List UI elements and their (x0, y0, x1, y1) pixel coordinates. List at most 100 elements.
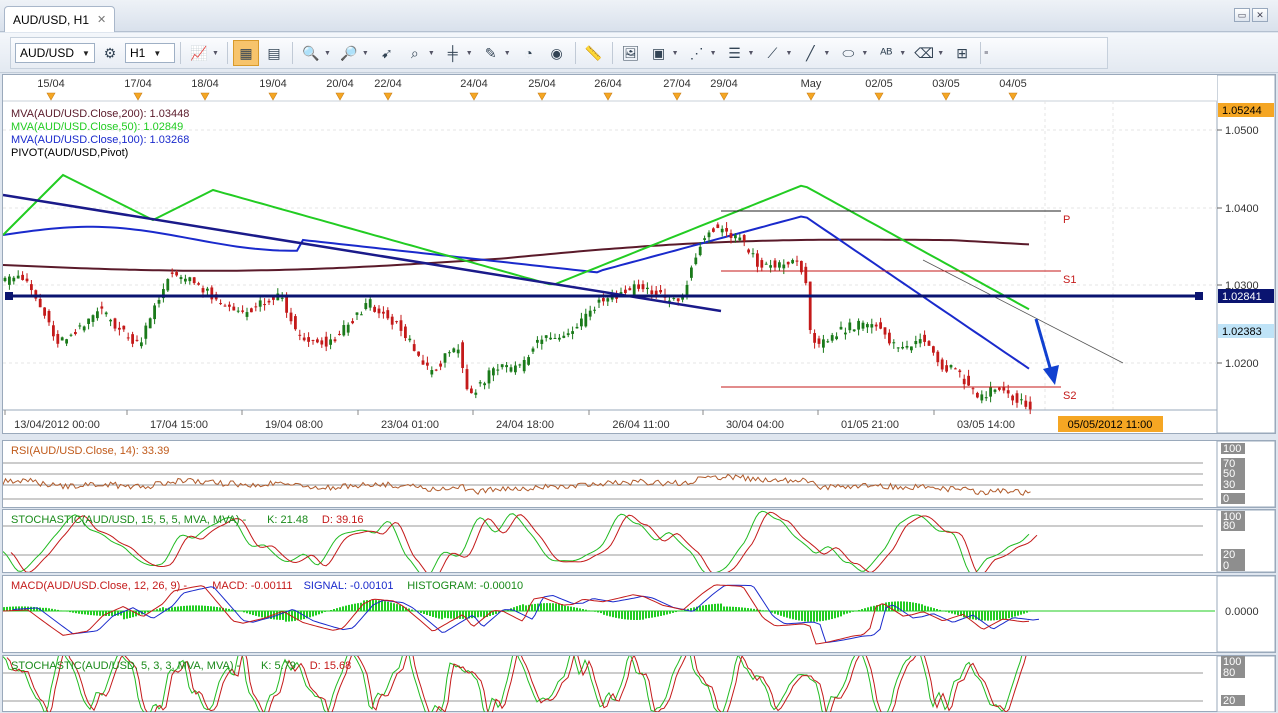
chevron-down-icon[interactable]: ▼ (823, 50, 830, 57)
data-table-icon[interactable]: ▤ (261, 40, 287, 66)
chevron-down-icon[interactable]: ▼ (785, 50, 792, 57)
candle-body (575, 326, 579, 329)
candle-body (936, 351, 940, 363)
chevron-down-icon[interactable]: ▼ (212, 50, 219, 57)
candle-body (496, 369, 500, 371)
chevron-down-icon[interactable]: ▼ (899, 50, 906, 57)
rsi-panel[interactable]: 100 70 50 30 0 RSI(AUD/USD.Close, 14): 33.39 (2, 440, 1276, 508)
legend-entry: MVA(AUD/USD.Close,50): 1.02849 (11, 121, 183, 133)
candle-body (536, 339, 539, 343)
ellipse-icon[interactable]: ⬭ (835, 40, 861, 66)
window-controls: ▭ ✕ (1234, 8, 1268, 22)
magnet-icon[interactable]: ◔ (516, 40, 542, 66)
macd-histogram-bar (780, 611, 782, 616)
text-icon[interactable]: ᴬᴮ (873, 40, 899, 66)
macd-histogram-bar (1014, 611, 1016, 617)
stochastic-fast-panel[interactable]: 100 80 20 STOCHASTIC(AUD/USD, 5, 3, 3, MVA,… (2, 655, 1276, 712)
chevron-down-icon[interactable]: ▼ (428, 50, 435, 57)
eraser-icon[interactable]: ⌫ (911, 40, 937, 66)
indicator-tick-label: 0 (1223, 493, 1229, 505)
close-window-button[interactable]: ✕ (1252, 8, 1268, 22)
macd-histogram-bar (531, 604, 533, 611)
price-chart[interactable]: 15/04 17/04 18/04 19/04 20/04 22/04 24/04 25/04… (3, 75, 1275, 433)
chevron-down-icon[interactable]: ▼ (362, 50, 369, 57)
chevron-down-icon[interactable]: ▼ (324, 50, 331, 57)
stochastic-panel[interactable]: 100 80 20 0 STOCHASTIC(AUD/USD, 15, 5, 5, MV… (2, 509, 1276, 573)
candle-body (386, 310, 390, 319)
candle-body (562, 335, 566, 338)
separator (611, 42, 613, 64)
timeframe-select[interactable]: H1 ▼ (125, 43, 175, 63)
levels-icon[interactable]: ☰ (722, 40, 748, 66)
macd-histogram-bar (294, 611, 296, 621)
candle-body (267, 300, 271, 303)
chevron-down-icon[interactable]: ▼ (710, 50, 717, 57)
macd-histogram-bar (525, 605, 527, 611)
restore-window-button[interactable]: ▭ (1234, 8, 1250, 22)
macd-histogram-bar (912, 602, 914, 611)
macd-histogram-bar (558, 603, 560, 611)
chevron-down-icon[interactable]: ▼ (504, 50, 511, 57)
line-icon[interactable]: ╱ (797, 40, 823, 66)
pointer-icon[interactable]: ➹ (374, 40, 400, 66)
macd-histogram-bar (798, 611, 800, 621)
macd-histogram-bar (807, 611, 809, 622)
macd-histogram-bar (870, 606, 872, 611)
zoom-out-icon[interactable]: 🔎 (336, 40, 362, 66)
rsi-chart[interactable]: 1007050300RSI(AUD/USD.Close, 14): 33.39 (3, 441, 1275, 507)
candle-body (923, 334, 926, 342)
macd-histogram-bar (999, 611, 1001, 620)
ruler-icon[interactable]: 📏 (581, 40, 607, 66)
chart-tab[interactable]: AUD/USD, H1 ✕ (4, 6, 116, 32)
macd-panel[interactable]: MACD(AUD/USD.Close, 12, 26, 9) - MACD: -0… (2, 575, 1276, 653)
macd-chart[interactable]: MACD(AUD/USD.Close, 12, 26, 9) - MACD: -0… (3, 576, 1275, 652)
macd-histogram-bar (645, 611, 647, 619)
chevron-down-icon[interactable]: ▼ (937, 50, 944, 57)
draw-cursor-icon[interactable]: ✎ (478, 40, 504, 66)
price-chart-panel[interactable]: 15/04 17/04 18/04 19/04 20/04 22/04 24/04 25/04… (2, 74, 1276, 434)
macd-histogram-bar (261, 611, 263, 618)
fan-icon[interactable]: ⋰ (684, 40, 710, 66)
macd-histogram-bar (564, 605, 566, 611)
macd-histogram-bar (933, 608, 935, 611)
template-icon[interactable]: ▣ (646, 40, 672, 66)
macd-histogram-bar (738, 607, 740, 611)
symbol-select[interactable]: AUD/USD ▼ (15, 43, 95, 63)
indicator-tick-label: 0 (1223, 560, 1229, 572)
macd-histogram-bar (570, 606, 572, 611)
tree-icon[interactable]: ⊞ (949, 40, 975, 66)
crosshair-icon[interactable]: ╪ (440, 40, 466, 66)
candle-body (179, 277, 183, 280)
zoom-window-icon[interactable]: ⌕ (402, 40, 428, 66)
chart-type-icon[interactable]: 📈 (186, 40, 212, 66)
candle-body (307, 337, 310, 342)
macd-histogram-bar (771, 611, 773, 613)
toolbar-overflow-icon[interactable]: ≡ (984, 50, 988, 57)
macd-histogram-bar (939, 609, 941, 611)
stochastic-chart[interactable]: 10080200STOCHASTIC(AUD/USD, 15, 5, 5, MV… (3, 510, 1275, 572)
trendline-icon[interactable]: ⟋ (759, 40, 785, 66)
chevron-down-icon[interactable]: ▼ (861, 50, 868, 57)
picture-icon[interactable]: 🖼 (618, 40, 644, 66)
candle-body (470, 388, 473, 394)
macd-histogram-bar (321, 611, 323, 614)
macd-histogram-bar (210, 606, 212, 611)
candle-body (632, 284, 636, 296)
chevron-down-icon[interactable]: ▼ (466, 50, 473, 57)
zoom-in-icon[interactable]: 🔍 (298, 40, 324, 66)
chevron-down-icon[interactable]: ▼ (672, 50, 679, 57)
symbol-settings-icon[interactable]: ⚙ (97, 40, 123, 66)
chevron-down-icon[interactable]: ▼ (748, 50, 755, 57)
macd-histogram-bar (747, 608, 749, 611)
macd-tick-label: 0.0000 (1225, 606, 1259, 618)
candle-body (896, 347, 900, 349)
macd-histogram-bar (789, 611, 791, 619)
indicator-label: STOCHASTIC(AUD/USD, 15, 5, 5, MVA, MVA) … (11, 514, 247, 526)
tab-close-icon[interactable]: ✕ (97, 13, 106, 26)
top-date-label: 17/04 (124, 78, 152, 90)
globe-icon[interactable]: ◉ (544, 40, 570, 66)
indicator-label: D: 39.16 (322, 514, 364, 526)
candle-body (769, 265, 772, 268)
stochastic-fast-chart[interactable]: 1008020STOCHASTIC(AUD/USD, 5, 3, 3, MVA,… (3, 656, 1275, 712)
data-box-icon[interactable]: ▦ (232, 40, 259, 66)
